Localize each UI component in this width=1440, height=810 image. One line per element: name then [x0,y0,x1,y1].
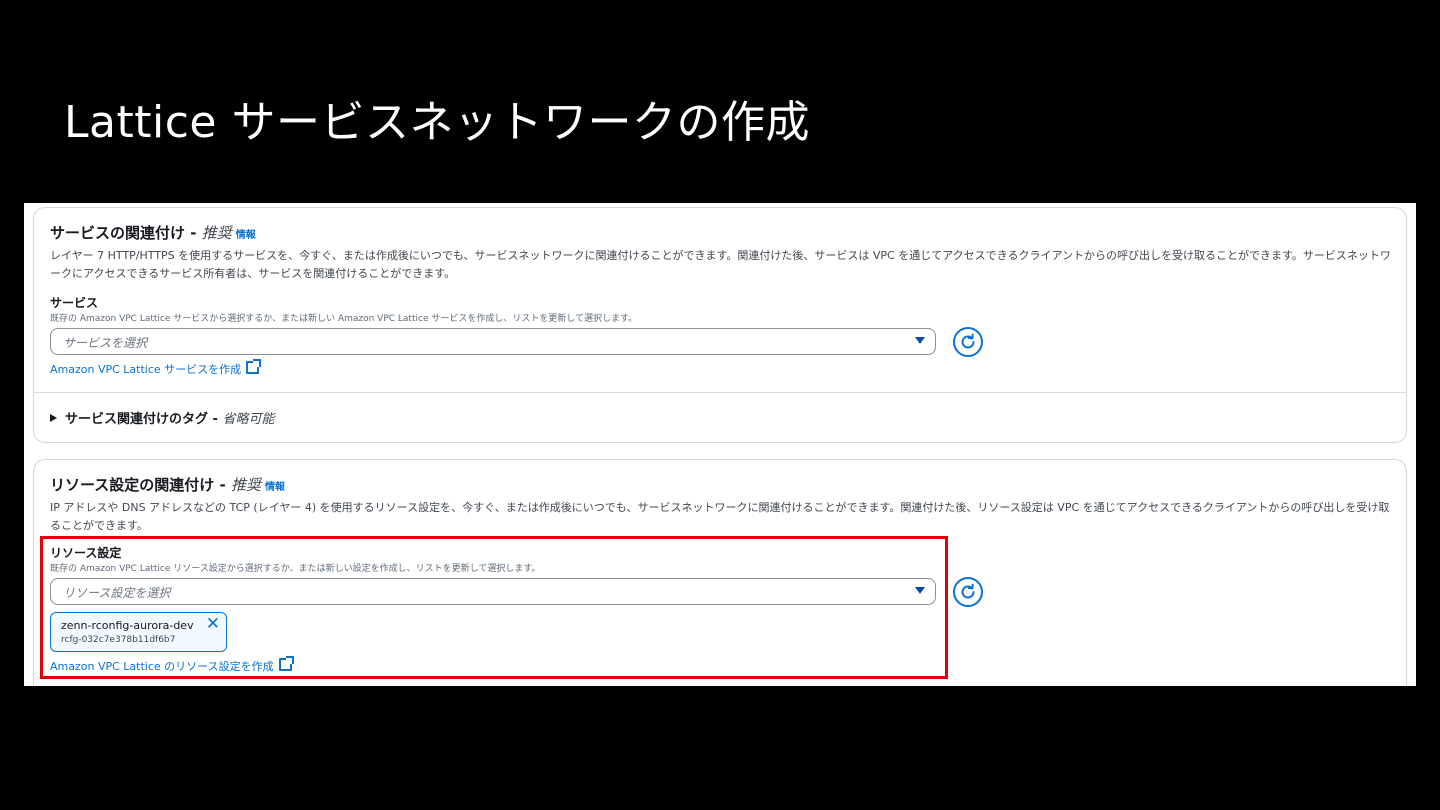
refresh-button[interactable] [953,327,983,357]
optional-label: 省略可能 [222,412,275,427]
info-link[interactable]: 情報 [265,482,285,493]
select-placeholder: サービスを選択 [63,336,148,350]
refresh-icon [961,583,975,599]
section-description: IP アドレスや DNS アドレスなどの TCP (レイヤー 4) を使用するリ… [50,501,1390,532]
recommended-label: 推奨 [230,476,261,494]
create-resource-config-link[interactable]: Amazon VPC Lattice のリソース設定を作成 [50,656,294,674]
resource-config-select[interactable]: リソース設定を選択 [50,578,936,605]
create-service-link[interactable]: Amazon VPC Lattice サービスを作成 [50,359,262,377]
divider [34,392,1406,393]
service-association-panel: サービスの関連付け - 推奨 情報 レイヤー 7 HTTP/HTTPS を使用する… [33,207,1407,443]
title-separator: - [214,476,231,494]
caret-down-icon [915,587,925,594]
console-screenshot: サービスの関連付け - 推奨 情報 レイヤー 7 HTTP/HTTPS を使用する… [24,203,1416,686]
caret-down-icon [915,337,925,344]
field-hint: 既存の Amazon VPC Lattice リソース設定から選択するか、または… [50,564,541,574]
service-select[interactable]: サービスを選択 [50,328,936,355]
token-id: rcfg-032c7e378b11df6b7 [61,635,176,645]
tags-title: サービス関連付けのタグ [65,412,209,427]
tags-separator: - [208,412,223,427]
close-icon[interactable]: ✕ [206,616,220,633]
token-name: zenn-rconfig-aurora-dev [61,619,194,632]
caret-right-icon [50,414,57,422]
section-title: サービスの関連付け - 推奨 情報 [50,222,256,243]
info-link[interactable]: 情報 [236,230,256,241]
field-hint: 既存の Amazon VPC Lattice サービスから選択するか、または新し… [50,314,638,324]
recommended-label: 推奨 [201,224,232,242]
external-link-icon [246,359,262,374]
section-title: リソース設定の関連付け - 推奨 情報 [50,474,285,495]
tags-expander[interactable]: サービス関連付けのタグ - 省略可能 [50,408,274,427]
field-label: リソース設定 [50,546,122,560]
title-separator: - [185,224,202,242]
selected-resource-token: zenn-rconfig-aurora-dev rcfg-032c7e378b1… [50,612,227,652]
create-resource-link-text: Amazon VPC Lattice のリソース設定を作成 [50,660,274,673]
resource-association-panel: リソース設定の関連付け - 推奨 情報 IP アドレスや DNS アドレスなどの … [33,459,1407,686]
service-assoc-title: サービスの関連付け [50,224,186,242]
field-label: サービス [50,296,99,310]
slide-title: Lattice サービスネットワークの作成 [64,97,810,148]
resource-assoc-title: リソース設定の関連付け [50,476,215,494]
refresh-icon [961,333,975,349]
refresh-button[interactable] [953,577,983,607]
select-placeholder: リソース設定を選択 [63,586,171,600]
external-link-icon [278,656,294,671]
section-description: レイヤー 7 HTTP/HTTPS を使用するサービスを、今すぐ、または作成後に… [50,249,1391,280]
create-service-link-text: Amazon VPC Lattice サービスを作成 [50,363,242,376]
